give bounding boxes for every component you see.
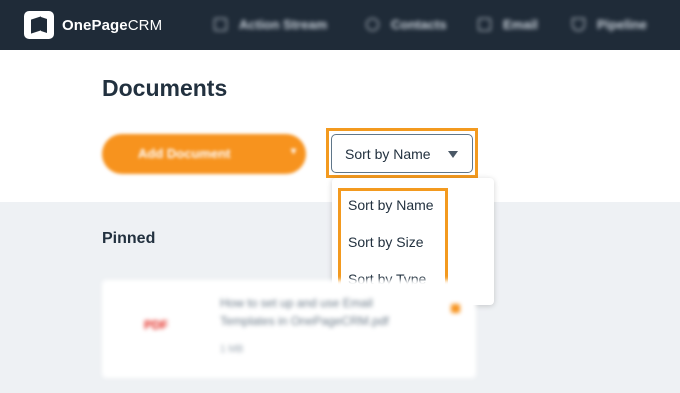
pinned-heading: Pinned <box>102 230 156 247</box>
nav-item-pipeline[interactable]: Pipeline <box>572 17 647 32</box>
envelope-icon <box>478 18 491 31</box>
onepage-logo-icon <box>24 11 54 39</box>
top-nav-bar: OnePageCRM Action Stream Contacts Email … <box>0 0 680 50</box>
funnel-icon <box>572 18 585 31</box>
app-logo[interactable]: OnePageCRM <box>24 11 162 39</box>
nav-item-label: Pipeline <box>597 17 647 32</box>
pin-icon[interactable] <box>451 304 460 313</box>
add-document-label: Add Document <box>138 146 231 161</box>
document-size: 1 MB <box>220 344 244 355</box>
sort-option-size[interactable]: Sort by Size <box>348 234 423 250</box>
person-icon <box>366 18 379 31</box>
nav-item-action-stream[interactable]: Action Stream <box>214 17 327 32</box>
document-name[interactable]: How to set up and use Email Templates in… <box>220 294 430 330</box>
document-card[interactable]: PDF How to set up and use Email Template… <box>102 280 476 378</box>
chevron-down-icon[interactable]: ▾ <box>291 146 296 157</box>
sort-select-value: Sort by Name <box>345 146 431 162</box>
pdf-file-icon: PDF <box>144 318 168 332</box>
sort-option-name[interactable]: Sort by Name <box>348 197 434 213</box>
app-name: OnePageCRM <box>62 17 162 34</box>
add-document-button[interactable]: Add Document ▾ <box>102 134 306 174</box>
nav-item-label: Contacts <box>391 17 447 32</box>
nav-item-label: Email <box>503 17 538 32</box>
nav-item-contacts[interactable]: Contacts <box>366 17 447 32</box>
sort-select[interactable]: Sort by Name <box>331 134 473 173</box>
app-name-light: CRM <box>127 16 163 34</box>
nav-item-email[interactable]: Email <box>478 17 538 32</box>
app-name-bold: OnePage <box>62 16 128 34</box>
main-nav: Action Stream Contacts Email Pipeline <box>200 0 680 50</box>
checkbox-icon <box>214 18 227 31</box>
page-title: Documents <box>102 75 228 101</box>
nav-item-label: Action Stream <box>239 17 328 32</box>
caret-down-icon <box>448 151 458 158</box>
